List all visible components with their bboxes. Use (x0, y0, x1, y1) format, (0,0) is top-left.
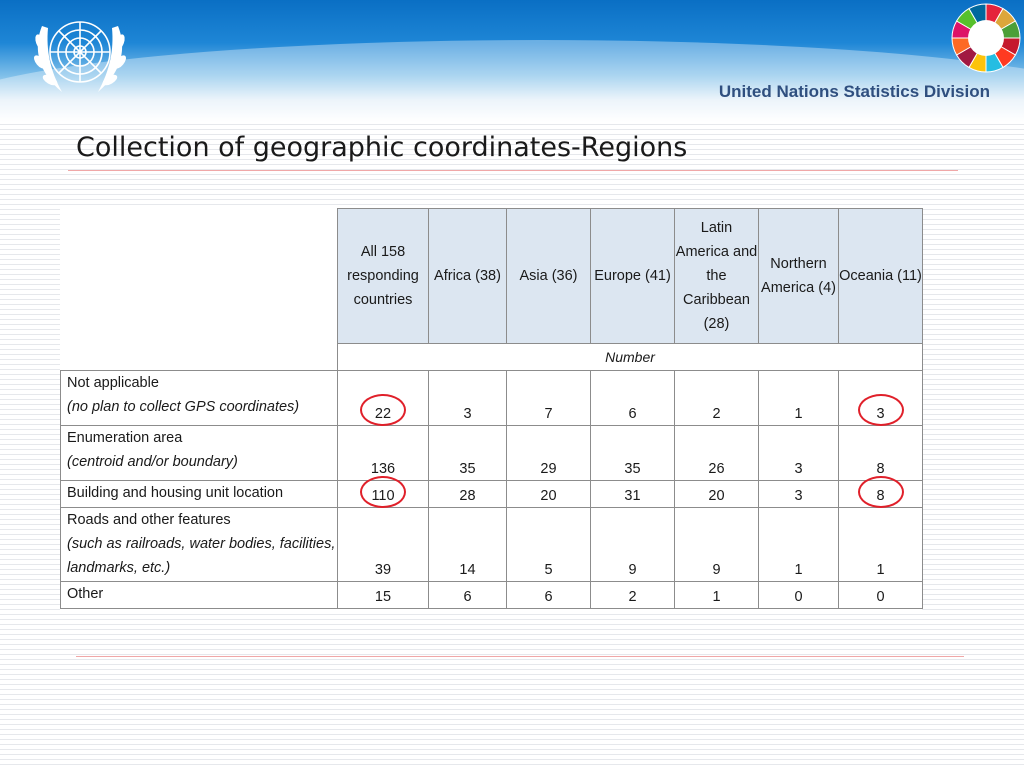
cell-value: 29 (506, 425, 591, 481)
title-divider (68, 170, 958, 171)
cell-value: 1 (758, 507, 839, 582)
cell-value: 2 (674, 370, 759, 426)
column-header: Asia (36) (506, 208, 591, 344)
cell-value: 14 (428, 507, 507, 582)
row-label: Building and housing unit location (60, 480, 338, 508)
table-row: Enumeration area (centroid and/or bounda… (60, 425, 923, 481)
cell-value: 1 (838, 507, 923, 582)
blank-corner (61, 209, 338, 344)
table-row: Roads and other features (such as railro… (60, 507, 923, 582)
row-label: Not applicable (no plan to collect GPS c… (60, 370, 338, 426)
data-table-container: All 158 responding countries Africa (38)… (60, 208, 923, 614)
cell-value: 6 (590, 370, 675, 426)
cell-value: 0 (758, 581, 839, 609)
unit-label: Number (337, 343, 923, 371)
cell-value-highlighted: 8 (838, 476, 923, 509)
cell-value: 9 (674, 507, 759, 582)
cell-value: 20 (674, 480, 759, 508)
table-row: Building and housing unit location 110 2… (60, 476, 923, 509)
row-label: Other (60, 581, 338, 609)
row-label-main: Roads and other features (67, 512, 231, 528)
row-label-main: Enumeration area (67, 430, 183, 446)
cell-value: 28 (428, 480, 507, 508)
column-header: Latin America and the Caribbean (28) (674, 208, 759, 344)
un-emblem-icon (34, 21, 126, 92)
cell-value: 5 (506, 507, 591, 582)
cell-value: 35 (428, 425, 507, 481)
row-label-main: Other (67, 586, 104, 602)
cell-value: 6 (428, 581, 507, 609)
cell-value: 20 (506, 480, 591, 508)
cell-value: 9 (590, 507, 675, 582)
cell-value: 35 (590, 425, 675, 481)
cell-value-highlighted: 22 (337, 370, 429, 427)
row-label-sub: (no plan to collect GPS coordinates) (67, 399, 300, 415)
unit-row: Number (61, 343, 923, 371)
cell-value: 0 (838, 581, 923, 609)
row-label-main: Not applicable (67, 375, 159, 391)
cell-value: 3 (758, 480, 839, 508)
cell-value: 2 (590, 581, 675, 609)
division-name: United Nations Statistics Division (718, 82, 990, 101)
column-header: Oceania (11) (838, 208, 923, 344)
table-row: Other 15 6 6 2 1 0 0 (60, 581, 923, 609)
cell-value: 6 (506, 581, 591, 609)
header-row: All 158 responding countries Africa (38)… (61, 208, 923, 344)
column-header: All 158 responding countries (337, 208, 429, 344)
column-header: Europe (41) (590, 208, 675, 344)
cell-value: 15 (337, 581, 429, 609)
sdg-wheel-icon (951, 3, 1021, 73)
cell-value-highlighted: 110 (337, 476, 429, 509)
row-label: Enumeration area (centroid and/or bounda… (60, 425, 338, 481)
cell-value-highlighted: 3 (838, 370, 923, 427)
cell-value: 3 (758, 425, 839, 481)
footer-divider (76, 656, 964, 657)
page-title: Collection of geographic coordinates-Reg… (76, 132, 688, 163)
header-banner: United Nations Statistics Division (0, 0, 1024, 122)
column-header: Northern America (4) (758, 208, 839, 344)
column-header: Africa (38) (428, 208, 507, 344)
cell-value: 26 (674, 425, 759, 481)
cell-value: 136 (337, 425, 429, 481)
banner-wave (0, 40, 1024, 122)
data-table: All 158 responding countries Africa (38)… (60, 208, 923, 609)
cell-value: 39 (337, 507, 429, 582)
cell-value: 8 (838, 425, 923, 481)
row-label-sub: (centroid and/or boundary) (67, 454, 238, 470)
cell-value: 1 (674, 581, 759, 609)
table-row: Not applicable (no plan to collect GPS c… (60, 370, 923, 427)
row-label-sub: (such as railroads, water bodies, facili… (67, 536, 336, 576)
cell-value: 31 (590, 480, 675, 508)
cell-value: 1 (758, 370, 839, 426)
cell-value: 3 (428, 370, 507, 426)
cell-value: 7 (506, 370, 591, 426)
row-label: Roads and other features (such as railro… (60, 507, 338, 582)
row-label-main: Building and housing unit location (67, 485, 284, 501)
